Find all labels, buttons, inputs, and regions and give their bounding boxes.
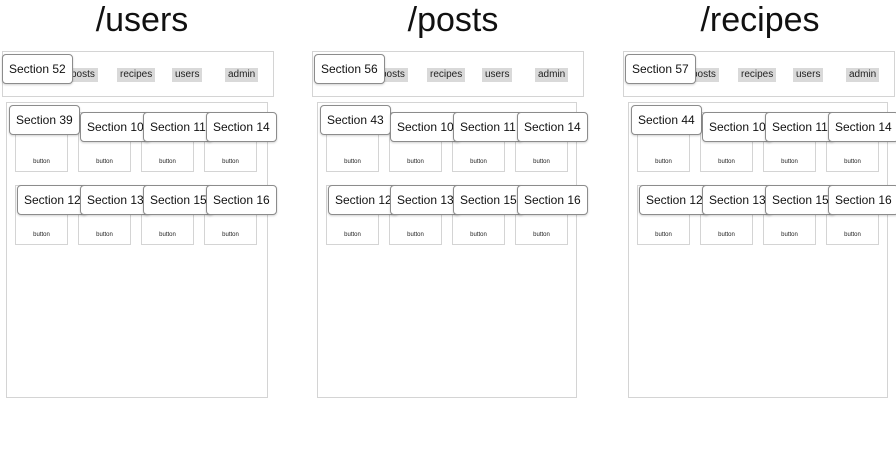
- section-label[interactable]: Section 13: [702, 185, 773, 215]
- card-button[interactable]: button: [827, 231, 878, 239]
- section-label[interactable]: Section 11: [765, 112, 835, 142]
- content-frame: cardbutton cardbutton cardbutton cardbut…: [317, 102, 577, 398]
- nav-link-admin[interactable]: admin: [225, 68, 259, 82]
- card-button[interactable]: button: [827, 158, 878, 166]
- nav-link-recipes[interactable]: recipes: [738, 68, 777, 82]
- route-column-recipes: /recipes posts recipes users admin cardb…: [623, 0, 896, 467]
- nav-link-recipes[interactable]: recipes: [427, 68, 466, 82]
- card-button[interactable]: button: [764, 158, 815, 166]
- card-button[interactable]: button: [327, 158, 378, 166]
- card-button[interactable]: button: [390, 158, 441, 166]
- content-frame: cardbutton cardbutton cardbutton cardbut…: [6, 102, 268, 398]
- section-label-content[interactable]: Section 43: [320, 105, 391, 135]
- section-label[interactable]: Section 15: [453, 185, 524, 215]
- card-button[interactable]: button: [453, 231, 504, 239]
- card-button[interactable]: button: [701, 158, 752, 166]
- section-label[interactable]: Section 11: [143, 112, 213, 142]
- card-button[interactable]: button: [453, 158, 504, 166]
- card-button[interactable]: button: [390, 231, 441, 239]
- route-title: /recipes: [700, 1, 820, 39]
- card-button[interactable]: button: [516, 158, 567, 166]
- card-button[interactable]: button: [205, 158, 256, 166]
- card-button[interactable]: button: [516, 231, 567, 239]
- nav-link-users[interactable]: users: [172, 68, 203, 82]
- section-label[interactable]: Section 12: [328, 185, 399, 215]
- section-label[interactable]: Section 14: [206, 112, 277, 142]
- card-button[interactable]: button: [205, 231, 256, 239]
- card-button[interactable]: button: [701, 231, 752, 239]
- card-button[interactable]: button: [327, 231, 378, 239]
- section-label[interactable]: Section 10: [80, 112, 151, 142]
- section-label[interactable]: Section 14: [517, 112, 588, 142]
- route-title: /posts: [407, 1, 499, 39]
- nav-link-admin[interactable]: admin: [846, 68, 880, 82]
- nav-link-recipes[interactable]: recipes: [117, 68, 156, 82]
- section-label[interactable]: Section 10: [390, 112, 461, 142]
- section-label-content[interactable]: Section 39: [9, 105, 80, 135]
- card-button[interactable]: button: [638, 158, 689, 166]
- route-column-posts: /posts posts recipes users admin cardbut…: [312, 0, 593, 467]
- section-label-nav[interactable]: Section 56: [314, 54, 385, 84]
- section-label-nav[interactable]: Section 52: [2, 54, 73, 84]
- section-label[interactable]: Section 16: [828, 185, 896, 215]
- section-label[interactable]: Section 14: [828, 112, 896, 142]
- card-button[interactable]: button: [79, 231, 130, 239]
- card-button[interactable]: button: [142, 231, 193, 239]
- section-label[interactable]: Section 13: [390, 185, 461, 215]
- section-label[interactable]: Section 12: [17, 185, 88, 215]
- section-label[interactable]: Section 16: [206, 185, 277, 215]
- section-label[interactable]: Section 12: [639, 185, 710, 215]
- route-title: /users: [95, 1, 189, 39]
- nav-link-admin[interactable]: admin: [535, 68, 569, 82]
- section-label-content[interactable]: Section 44: [631, 105, 702, 135]
- card-button[interactable]: button: [16, 231, 67, 239]
- card-button[interactable]: button: [16, 158, 67, 166]
- section-label-nav[interactable]: Section 57: [625, 54, 696, 84]
- section-label[interactable]: Section 15: [143, 185, 214, 215]
- card-button[interactable]: button: [638, 231, 689, 239]
- card-button[interactable]: button: [79, 158, 130, 166]
- card-button[interactable]: button: [142, 158, 193, 166]
- content-frame: cardbutton cardbutton cardbutton cardbut…: [628, 102, 888, 398]
- section-label[interactable]: Section 13: [80, 185, 151, 215]
- section-label[interactable]: Section 11: [453, 112, 523, 142]
- nav-link-users[interactable]: users: [482, 68, 513, 82]
- nav-link-users[interactable]: users: [793, 68, 824, 82]
- section-label[interactable]: Section 15: [765, 185, 836, 215]
- card-button[interactable]: button: [764, 231, 815, 239]
- section-label[interactable]: Section 10: [702, 112, 773, 142]
- route-column-users: /users posts recipes users admin cardbut…: [2, 0, 282, 467]
- section-label[interactable]: Section 16: [517, 185, 588, 215]
